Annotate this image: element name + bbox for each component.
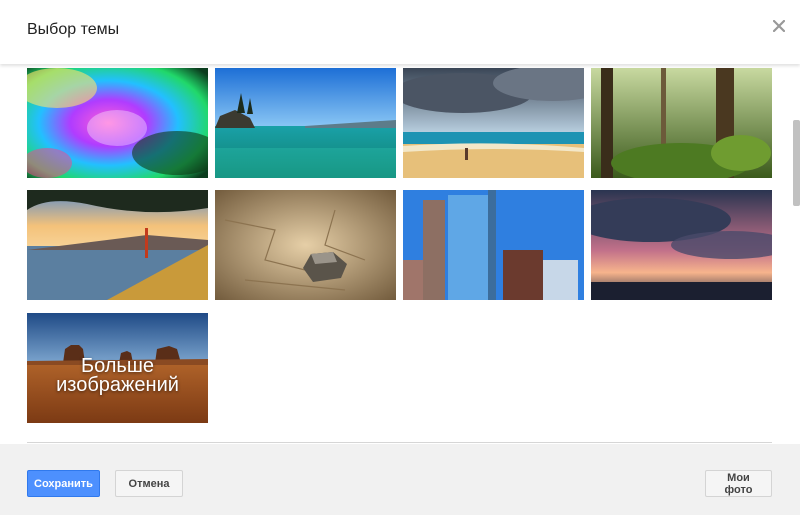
theme-bokeh[interactable] <box>27 68 208 178</box>
dialog-footer: Сохранить Отмена Мои фото <box>0 444 800 515</box>
dialog-title: Выбор темы <box>27 21 120 38</box>
theme-city[interactable] <box>403 190 584 300</box>
footer-divider <box>27 442 772 443</box>
theme-forest[interactable] <box>591 68 772 178</box>
theme-storm[interactable] <box>591 190 772 300</box>
theme-desert-rock[interactable] <box>215 190 396 300</box>
more-images-label-line2: изображений <box>56 374 179 396</box>
more-images-label: Больше изображений <box>27 313 208 423</box>
close-icon <box>773 20 785 32</box>
scrollbar-thumb[interactable] <box>793 120 800 206</box>
dialog-header: Выбор темы <box>0 0 800 64</box>
close-button[interactable] <box>768 15 790 37</box>
theme-lake[interactable] <box>215 68 396 178</box>
cancel-button[interactable]: Отмена <box>115 470 183 497</box>
more-images-tile[interactable]: Больше изображений <box>27 313 208 423</box>
my-photos-button[interactable]: Мои фото <box>705 470 772 497</box>
theme-beach[interactable] <box>403 68 584 178</box>
theme-golden-gate[interactable] <box>27 190 208 300</box>
save-button[interactable]: Сохранить <box>27 470 100 497</box>
